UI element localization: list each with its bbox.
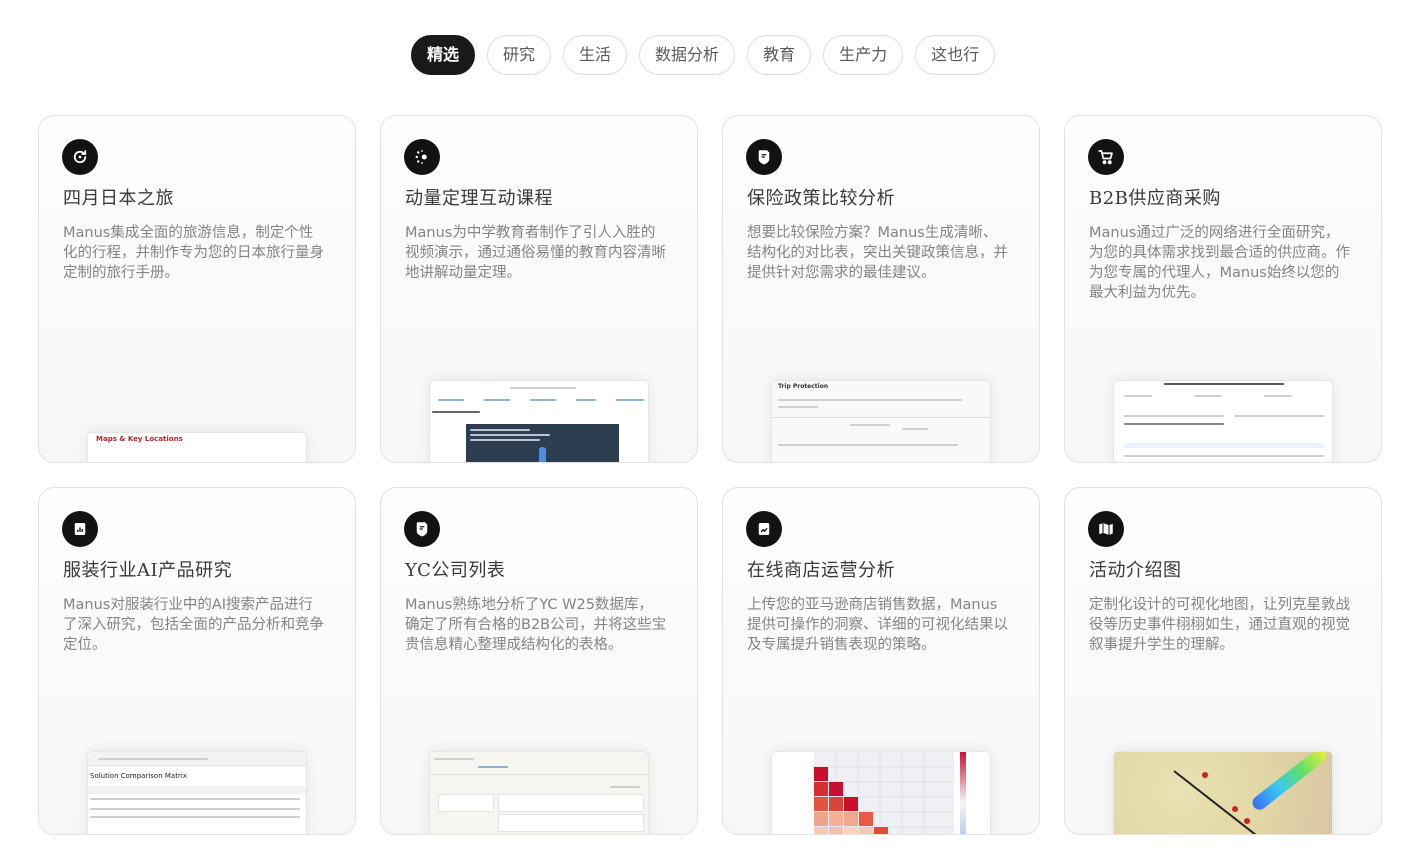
card-preview-thumbnail — [771, 751, 991, 834]
card-title: 在线商店运营分析 — [747, 560, 895, 581]
card-preview-thumbnail: Solution Comparison Matrix — [87, 751, 307, 834]
preview-heading: Trip Protection — [778, 383, 829, 390]
card-preview-thumbnail: Trip Protection — [771, 380, 991, 462]
card-description: Manus集成全面的旅游信息，制定个性化的行程，并制作专为您的日本旅行量身定制的… — [63, 225, 324, 281]
sparkle-burst-icon — [404, 139, 440, 175]
shield-document-icon — [404, 511, 440, 547]
card-title: 四月日本之旅 — [63, 188, 174, 209]
card-description: Manus熟练地分析了YC W25数据库，确定了所有合格的B2B公司，并将这些宝… — [405, 597, 667, 653]
card-description: Manus通过广泛的网络进行全面研究，为您的具体需求找到最合适的供应商。作为您专… — [1089, 225, 1350, 301]
tab-research[interactable]: 研究 — [487, 35, 552, 75]
card-description: 上传您的亚马逊商店销售数据，Manus提供可操作的洞察、详细的可视化结果以及专属… — [747, 597, 1008, 653]
card-title: B2B供应商采购 — [1089, 188, 1221, 209]
use-case-card-yc-company-list[interactable]: YC公司列表 Manus熟练地分析了YC W25数据库，确定了所有合格的B2B公… — [380, 487, 698, 835]
report-chart-icon — [62, 511, 98, 547]
card-title: 活动介绍图 — [1089, 560, 1182, 581]
card-preview-thumbnail — [1113, 380, 1333, 462]
trending-chart-icon — [746, 511, 782, 547]
card-title: YC公司列表 — [405, 560, 506, 581]
card-title: 保险政策比较分析 — [747, 188, 895, 209]
use-case-card-event-map[interactable]: 活动介绍图 定制化设计的可视化地图，让列克星敦战役等历史事件栩栩如生，通过直观的… — [1064, 487, 1382, 835]
category-tabs: 精选 研究 生活 数据分析 教育 生产力 这也行 — [411, 35, 996, 75]
use-case-card-momentum-course[interactable]: 动量定理互动课程 Manus为中学教育者制作了引人入胜的视频演示，通过通俗易懂的… — [380, 115, 698, 463]
card-description: Manus对服装行业中的AI搜索产品进行了深入研究，包括全面的产品分析和竞争定位… — [63, 597, 324, 653]
card-description: 定制化设计的可视化地图，让列克星敦战役等历史事件栩栩如生，通过直观的视觉叙事提升… — [1089, 597, 1350, 653]
shopping-cart-icon — [1088, 139, 1124, 175]
use-case-card-insurance-comparison[interactable]: 保险政策比较分析 想要比较保险方案？Manus生成清晰、结构化的对比表，突出关键… — [722, 115, 1040, 463]
use-case-card-b2b-sourcing[interactable]: B2B供应商采购 Manus通过广泛的网络进行全面研究，为您的具体需求找到最合适… — [1064, 115, 1382, 463]
use-case-card-apparel-ai-research[interactable]: 服装行业AI产品研究 Manus对服装行业中的AI搜索产品进行了深入研究，包括全… — [38, 487, 356, 835]
use-case-card-store-analytics[interactable]: 在线商店运营分析 上传您的亚马逊商店销售数据，Manus提供可操作的洞察、详细的… — [722, 487, 1040, 835]
rocket-icon — [539, 447, 546, 462]
tab-education[interactable]: 教育 — [747, 35, 812, 75]
card-title: 服装行业AI产品研究 — [63, 560, 233, 581]
tab-productivity[interactable]: 生产力 — [823, 35, 904, 75]
card-preview-thumbnail — [429, 380, 649, 462]
shield-document-icon — [746, 139, 782, 175]
tab-featured[interactable]: 精选 — [411, 35, 476, 75]
preview-heading: Maps & Key Locations — [96, 435, 183, 443]
preview-window-bar — [88, 752, 306, 766]
card-description: 想要比较保险方案？Manus生成清晰、结构化的对比表，突出关键政策信息，并提供针… — [747, 225, 1008, 281]
card-title: 动量定理互动课程 — [405, 188, 553, 209]
use-case-card-japan-trip[interactable]: 四月日本之旅 Manus集成全面的旅游信息，制定个性化的行程，并制作专为您的日本… — [38, 115, 356, 463]
tab-data-analysis[interactable]: 数据分析 — [639, 35, 736, 75]
preview-heading: Solution Comparison Matrix — [90, 772, 187, 780]
route-highlight — [1249, 752, 1330, 813]
card-preview-thumbnail — [1113, 751, 1333, 834]
tab-this-works-too[interactable]: 这也行 — [915, 35, 996, 75]
card-preview-thumbnail: Maps & Key Locations — [87, 432, 307, 462]
tab-life[interactable]: 生活 — [563, 35, 628, 75]
refresh-circle-icon — [62, 139, 98, 175]
map-pin-icon — [1088, 511, 1124, 547]
card-preview-thumbnail — [429, 751, 649, 834]
card-description: Manus为中学教育者制作了引人入胜的视频演示，通过通俗易懂的教育内容清晰地讲解… — [405, 225, 666, 281]
use-case-grid: 四月日本之旅 Manus集成全面的旅游信息，制定个性化的行程，并制作专为您的日本… — [38, 115, 1382, 835]
